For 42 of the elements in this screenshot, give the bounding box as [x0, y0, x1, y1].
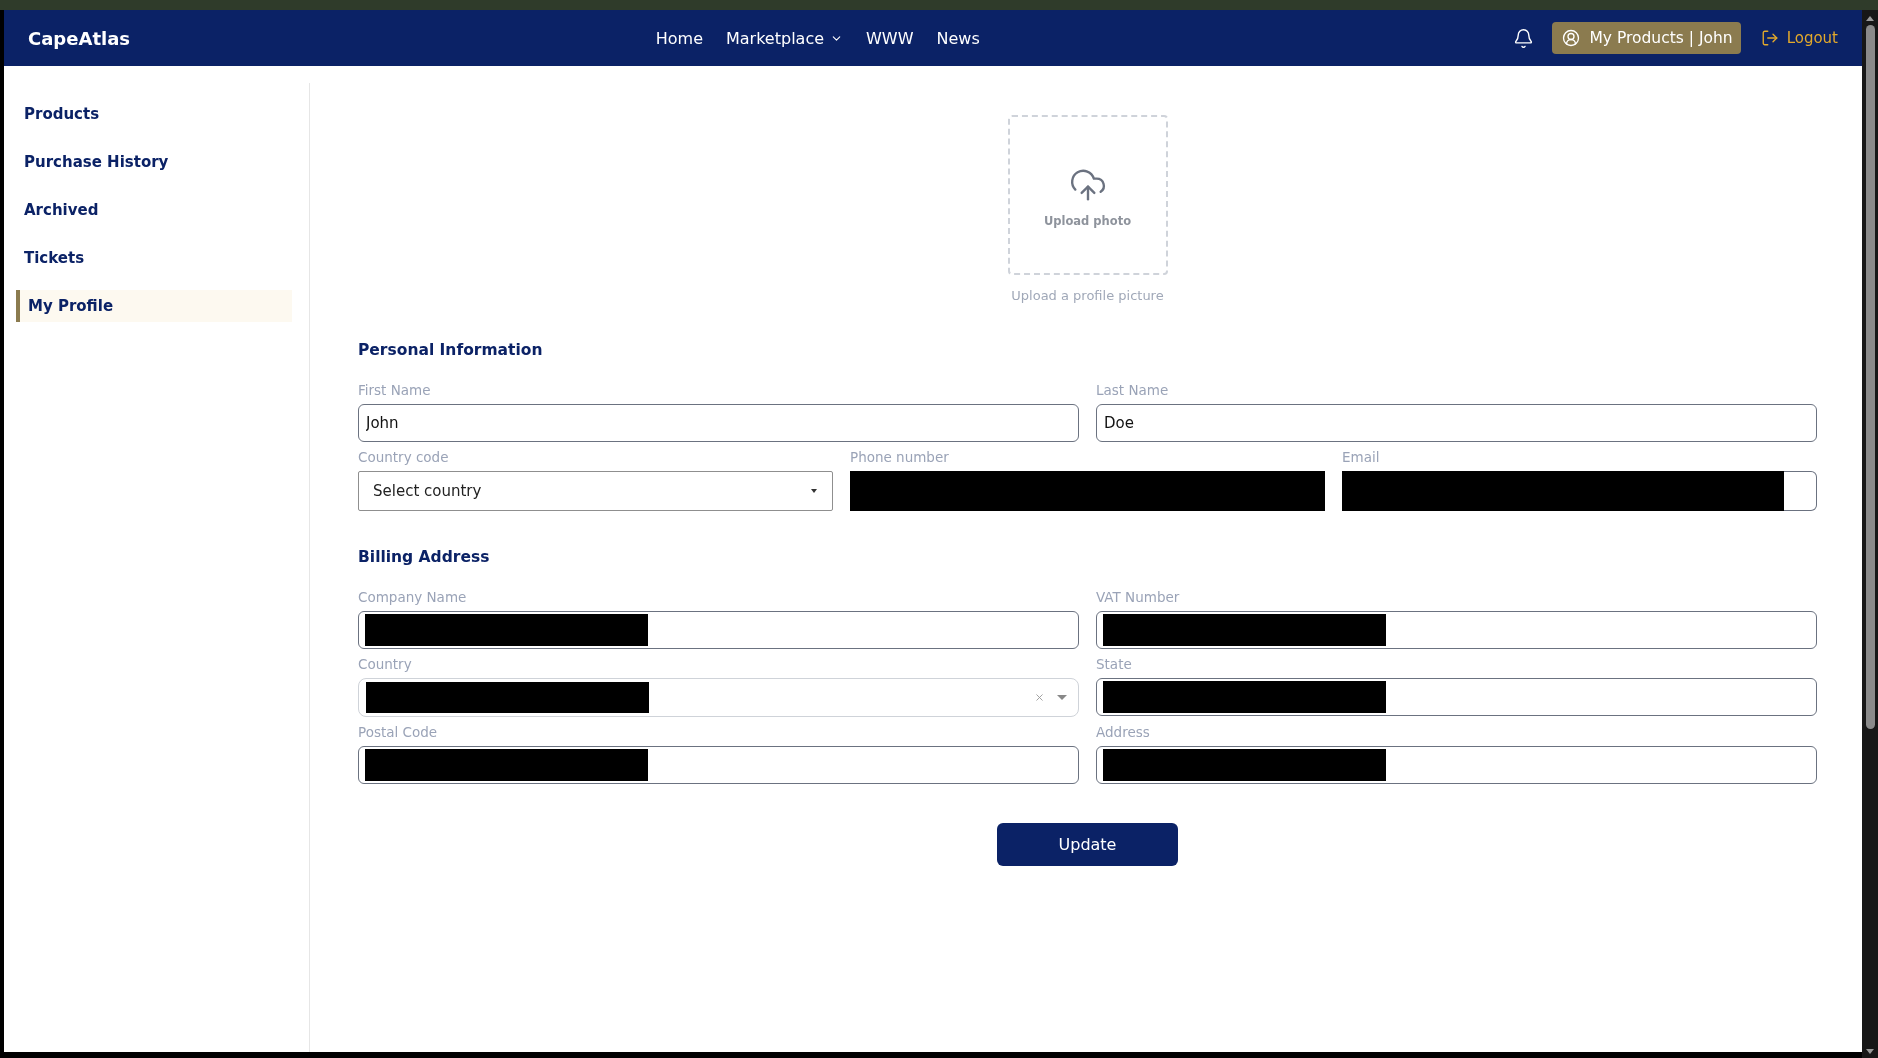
account-button[interactable]: My Products | John [1552, 22, 1741, 54]
app-logo[interactable]: CapeAtlas [28, 27, 130, 49]
combobox-field[interactable] [358, 678, 1079, 717]
section-title: Billing Address [358, 547, 491, 567]
nav-link[interactable]: News [936, 28, 980, 48]
scrollbar[interactable] [1862, 10, 1878, 1058]
field-label: Address [1096, 724, 1151, 741]
clear-icon[interactable] [1034, 692, 1045, 703]
field-label: Country [358, 656, 413, 673]
field-label: Last Name [1096, 382, 1170, 399]
update-button[interactable]: Update [997, 823, 1178, 866]
section-title: Personal Information [358, 340, 544, 360]
nav-link[interactable]: WWW [866, 28, 914, 48]
field-label: VAT Number [1096, 589, 1181, 606]
logout-link[interactable]: Logout [1760, 29, 1838, 47]
sidebar-item[interactable]: Purchase History [16, 146, 292, 178]
nav-link[interactable]: Home [655, 28, 703, 48]
field-label: State [1096, 656, 1133, 673]
text-field[interactable]: John [358, 404, 1079, 442]
field-label: Country code [358, 449, 450, 466]
caret-icon[interactable] [1057, 695, 1067, 700]
bell-icon[interactable] [1513, 27, 1535, 49]
text-field[interactable] [1784, 471, 1817, 511]
field-label: Phone number [850, 449, 950, 466]
sidebar-item[interactable]: My Profile [16, 290, 292, 322]
scroll-up-icon[interactable] [1866, 16, 1874, 21]
field-label: Company Name [358, 589, 468, 606]
nav-link[interactable]: Marketplace [726, 28, 844, 48]
sidebar-item[interactable]: Products [16, 98, 292, 130]
caret-icon [811, 489, 817, 493]
field-label: Postal Code [358, 724, 439, 741]
field-label: Email [1342, 449, 1381, 466]
select-field[interactable]: Select country [358, 471, 833, 511]
scroll-down-icon[interactable] [1866, 1049, 1874, 1054]
upload-caption: Upload a profile picture [1011, 288, 1164, 304]
user-circle-icon [1562, 29, 1581, 47]
field-label: First Name [358, 382, 432, 399]
sidebar-item[interactable]: Tickets [16, 242, 292, 274]
sidebar-item[interactable]: Archived [16, 194, 292, 226]
scrollbar-thumb[interactable] [1865, 25, 1875, 729]
text-field[interactable]: Doe [1096, 404, 1817, 442]
logout-icon [1760, 29, 1779, 47]
